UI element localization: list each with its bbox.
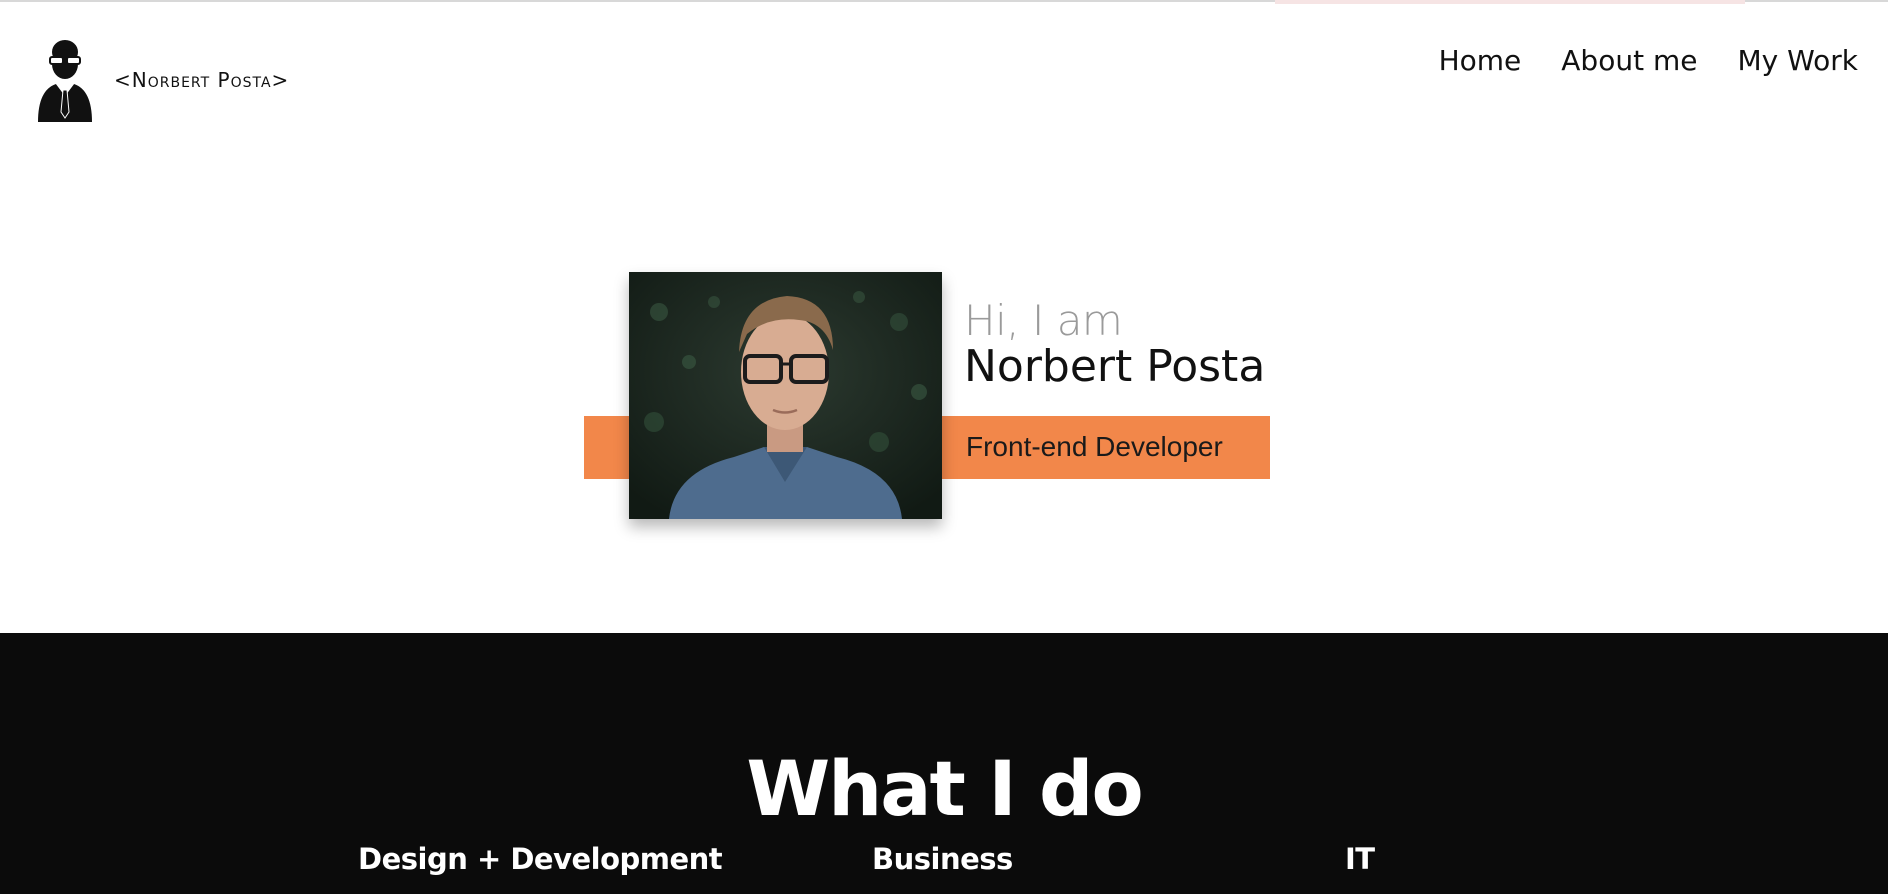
site-header: <Norbert Posta> Home About me My Work xyxy=(0,2,1888,157)
brand-name: <Norbert Posta> xyxy=(114,68,290,92)
businessman-avatar-icon xyxy=(38,40,92,122)
role-label: Front-end Developer xyxy=(966,431,1223,462)
section-heading: What I do xyxy=(746,744,1143,833)
nav-my-work[interactable]: My Work xyxy=(1737,44,1858,77)
profile-photo xyxy=(629,272,942,519)
service-business: Business xyxy=(872,842,1013,876)
nav-home[interactable]: Home xyxy=(1439,44,1522,77)
main-nav: Home About me My Work xyxy=(1399,44,1858,77)
what-i-do-section: What I do Design + Development Business … xyxy=(0,633,1888,894)
nav-about-me[interactable]: About me xyxy=(1561,44,1697,77)
service-it: IT xyxy=(1345,842,1375,876)
hero-section: Hi, I am Norbert Posta Front-end Develop… xyxy=(0,157,1888,633)
greeting: Hi, I am xyxy=(964,296,1123,345)
brand[interactable]: <Norbert Posta> xyxy=(34,38,289,122)
service-design-development: Design + Development xyxy=(358,842,723,876)
hero-name: Norbert Posta xyxy=(964,341,1266,392)
